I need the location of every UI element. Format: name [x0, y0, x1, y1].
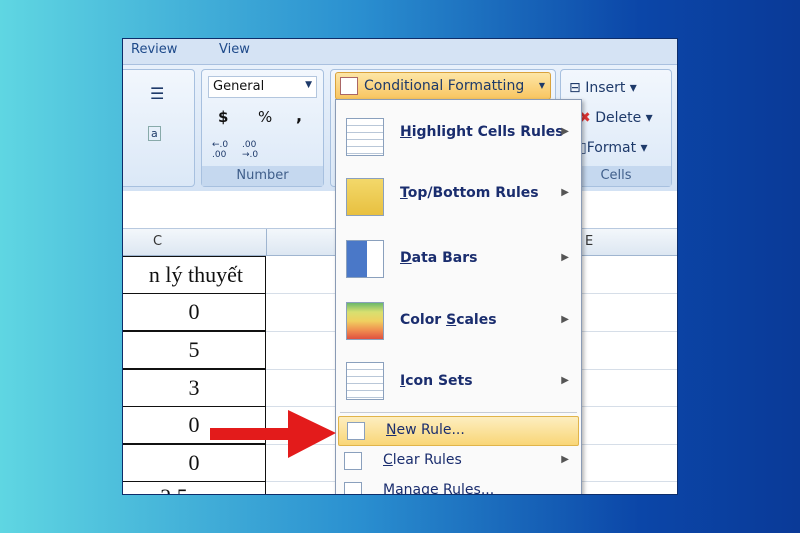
column-header-c[interactable]: C [153, 234, 162, 249]
top-bottom-icon [346, 178, 384, 216]
chevron-down-icon: ▼ [538, 81, 545, 90]
ribbon-tabs: Review View [123, 39, 677, 65]
comma-button[interactable]: , [296, 106, 302, 125]
merge-center-icon[interactable]: a [148, 126, 161, 141]
data-bars-icon [346, 240, 384, 278]
cell[interactable]: n lý thuyết [123, 256, 266, 294]
delete-button[interactable]: ✖ Delete ▾ [579, 110, 653, 126]
number-group-label: Number [202, 166, 323, 186]
menu-item-highlight-cells-rules[interactable]: Highlight Cells Rules ▶ [336, 118, 581, 168]
number-format-select[interactable]: General ▼ [208, 76, 317, 98]
number-group: General ▼ $ % , ←.0 .00 .00 →.0 Number [201, 69, 324, 187]
submenu-arrow-icon: ▶ [561, 454, 569, 465]
submenu-arrow-icon: ▶ [561, 126, 569, 137]
new-rule-icon [347, 422, 365, 440]
insert-button[interactable]: ⊟ Insert ▾ [569, 80, 637, 96]
manage-rules-icon [344, 482, 362, 494]
red-arrow-icon [210, 410, 336, 458]
format-button[interactable]: ▯Format ▾ [579, 140, 648, 156]
currency-button[interactable]: $ [218, 108, 228, 126]
submenu-arrow-icon: ▶ [561, 187, 569, 198]
conditional-formatting-icon [340, 77, 358, 95]
menu-item-clear-rules[interactable]: Clear Rules ▶ [336, 448, 581, 478]
highlight-cells-icon [346, 118, 384, 156]
wrap-text-icon[interactable]: ☰ [150, 84, 164, 103]
cell[interactable]: 2,5 [123, 481, 266, 494]
percent-button[interactable]: % [258, 108, 272, 126]
menu-item-color-scales[interactable]: Color Scales ▶ [336, 302, 581, 352]
submenu-arrow-icon: ▶ [561, 314, 569, 325]
menu-item-top-bottom-rules[interactable]: Top/Bottom Rules ▶ [336, 178, 581, 228]
chevron-down-icon: ▼ [305, 80, 312, 90]
menu-item-manage-rules[interactable]: Manage Rules... [336, 478, 581, 494]
conditional-formatting-menu: Highlight Cells Rules ▶ Top/Bottom Rules… [335, 99, 582, 494]
menu-item-icon-sets[interactable]: Icon Sets ▶ [336, 362, 581, 412]
cell[interactable]: 0 [123, 293, 266, 331]
tab-view[interactable]: View [219, 42, 250, 57]
color-scales-icon [346, 302, 384, 340]
conditional-formatting-button[interactable]: Conditional Formatting ▼ [335, 72, 551, 100]
decrease-decimal-button[interactable]: .00 →.0 [242, 140, 264, 160]
cell[interactable]: 3 [123, 369, 266, 407]
column-header-e[interactable]: E [585, 234, 593, 249]
insert-icon: ⊟ [569, 80, 581, 96]
submenu-arrow-icon: ▶ [561, 375, 569, 386]
menu-separator [340, 412, 577, 413]
increase-decimal-button[interactable]: ←.0 .00 [212, 140, 234, 160]
tab-review[interactable]: Review [131, 42, 177, 57]
cell[interactable]: 5 [123, 331, 266, 369]
menu-item-new-rule[interactable]: New Rule... [338, 416, 579, 446]
icon-sets-icon [346, 362, 384, 400]
alignment-group: ☰ a [123, 69, 195, 187]
submenu-arrow-icon: ▶ [561, 252, 569, 263]
excel-window: Review View ☰ a General ▼ $ % , ←.0 .00 … [122, 38, 678, 495]
clear-rules-icon [344, 452, 362, 470]
menu-item-data-bars[interactable]: Data Bars ▶ [336, 240, 581, 290]
